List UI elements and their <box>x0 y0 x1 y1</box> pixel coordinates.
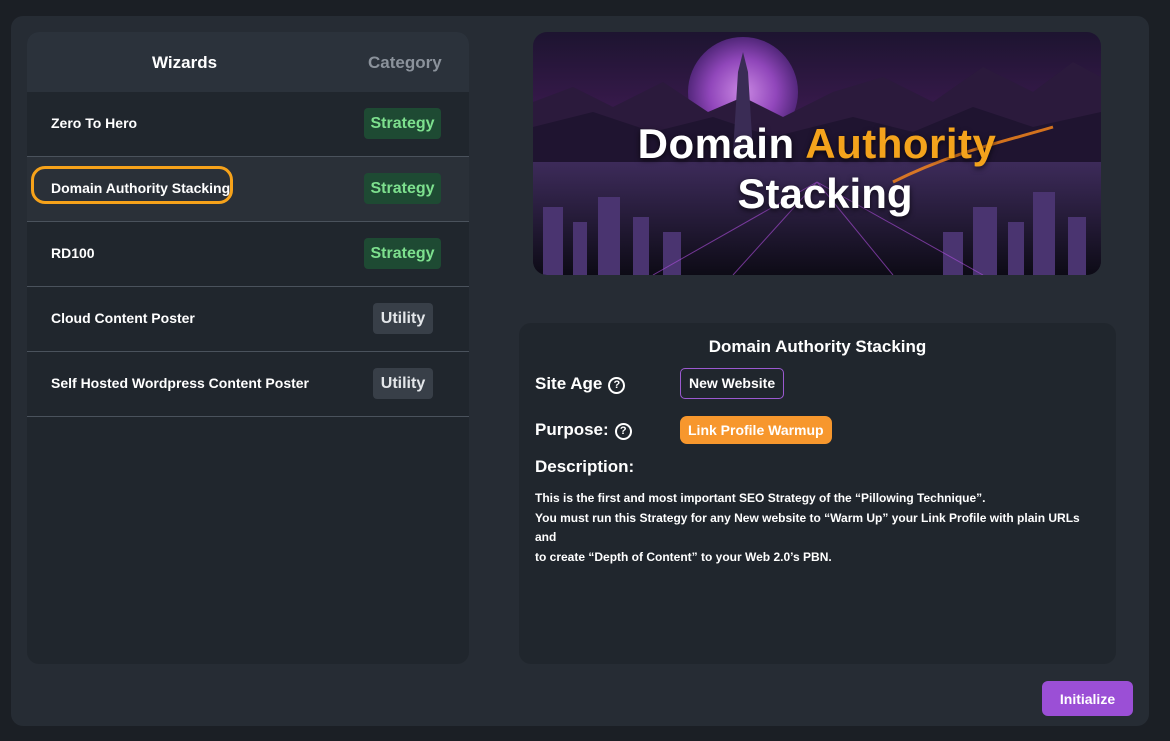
description-line: You must run this Strategy for any New w… <box>535 510 1080 545</box>
wizard-name: Zero To Hero <box>51 115 138 131</box>
description-line: This is the first and most important SEO… <box>535 491 986 505</box>
site-age-label: Site Age? <box>535 374 626 394</box>
details-title: Domain Authority Stacking <box>708 337 927 356</box>
wizard-name: Domain Authority Stacking <box>51 180 231 196</box>
category-badge: Utility <box>373 368 433 399</box>
wizard-name: Self Hosted Wordpress Content Poster <box>51 375 310 391</box>
wizard-row-rd100[interactable]: RD100 Strategy <box>27 222 469 287</box>
wizard-row-cloud-content-poster[interactable]: Cloud Content Poster Utility <box>27 287 469 352</box>
wizard-row-domain-authority-stacking[interactable]: Domain Authority Stacking Strategy <box>27 157 469 222</box>
banner-title-accent: Authority <box>805 120 997 167</box>
help-icon[interactable]: ? <box>614 423 632 440</box>
initialize-button[interactable]: Initialize <box>1042 681 1133 716</box>
wizard-row-zero-to-hero[interactable]: Zero To Hero Strategy <box>27 92 469 157</box>
wizard-banner-image: Domain Authority Stacking <box>533 32 1101 275</box>
help-icon[interactable]: ? <box>608 377 626 394</box>
description-label: Description: <box>535 457 635 476</box>
wizard-list-panel: Wizards Category Zero To Hero Strategy D… <box>27 32 469 664</box>
wizards-column-header: Wizards <box>152 53 218 72</box>
category-badge: Strategy <box>364 108 441 139</box>
description-text: This is the first and most important SEO… <box>535 489 1103 567</box>
wizard-name: RD100 <box>51 245 95 261</box>
wizard-details-card: Domain Authority Stacking Site Age? New … <box>519 323 1116 664</box>
category-badge: Strategy <box>364 173 441 204</box>
purpose-value-tag: Link Profile Warmup <box>680 416 832 444</box>
purpose-label: Purpose:? <box>535 420 632 440</box>
banner-title-line1: Domain Authority <box>637 120 997 167</box>
description-line: to create “Depth of Content” to your Web… <box>535 549 832 564</box>
banner-title-line2: Stacking <box>737 170 913 217</box>
category-badge: Utility <box>373 303 433 334</box>
site-age-value-tag: New Website <box>680 368 785 399</box>
wizard-name: Cloud Content Poster <box>51 310 195 326</box>
category-badge: Strategy <box>364 238 441 269</box>
wizard-list-header: Wizards Category <box>27 32 469 92</box>
category-column-header[interactable]: Category <box>368 53 442 73</box>
wizard-row-self-hosted-wordpress-content-poster[interactable]: Self Hosted Wordpress Content Poster Uti… <box>27 352 469 417</box>
